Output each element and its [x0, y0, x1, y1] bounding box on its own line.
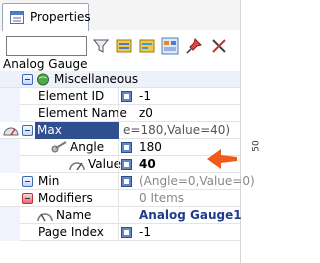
category-miscellaneous[interactable]: Miscellaneous [0, 71, 240, 88]
row-gutter [0, 105, 20, 122]
binding-icon[interactable] [121, 91, 132, 102]
property-row-value[interactable]: Value 40 [0, 156, 240, 173]
property-row-name[interactable]: Name Analog Gauge1 [0, 207, 242, 224]
gauge-small-icon [37, 213, 53, 222]
callout-arrow-icon [207, 149, 237, 169]
property-name: Min [38, 174, 60, 188]
property-value[interactable]: -1 [139, 225, 151, 239]
property-row-element-id[interactable]: Element ID -1 [0, 88, 240, 105]
search-input[interactable] [6, 36, 87, 56]
row-gutter [0, 88, 20, 105]
selected-object-title: Analog Gauge [3, 57, 88, 71]
tab-properties-label: Properties [30, 10, 91, 24]
column-divider [118, 173, 119, 190]
property-grid: Miscellaneous Element ID -1 Element Name… [0, 71, 255, 241]
binding-icon[interactable] [121, 159, 132, 170]
expand-icon[interactable] [22, 176, 33, 187]
property-value[interactable]: 180 [139, 140, 162, 154]
property-value[interactable]: Analog Gauge1 [139, 208, 242, 222]
collapse-icon[interactable] [22, 125, 33, 136]
tab-properties[interactable]: Properties [2, 3, 91, 31]
property-name: Element ID [38, 89, 105, 103]
side-ruler [240, 0, 263, 263]
tools-icon[interactable] [210, 37, 228, 55]
column-divider [118, 139, 119, 156]
category-label: Miscellaneous [54, 72, 139, 86]
property-name: Angle [70, 140, 105, 154]
pin-icon[interactable] [185, 37, 203, 55]
property-name: Modifiers [38, 191, 93, 205]
property-value[interactable]: 0 Items [139, 191, 184, 205]
gauge-value-icon [69, 162, 85, 171]
property-row-element-name[interactable]: Element Name z0 [0, 105, 240, 122]
property-name: Max [37, 123, 62, 137]
property-name: Name [56, 208, 92, 222]
property-row-min[interactable]: Min (Angle=0,Value=0) [0, 173, 255, 190]
expand-icon[interactable] [22, 193, 33, 204]
column-divider [118, 88, 119, 105]
gauge-icon [3, 127, 19, 136]
collapse-icon[interactable] [22, 74, 33, 85]
property-name: Element Name [38, 106, 127, 120]
property-row-page-index[interactable]: Page Index -1 [0, 224, 240, 241]
property-value[interactable]: e=180,Value=40) [123, 123, 230, 137]
categorized-view-icon[interactable] [115, 37, 133, 55]
row-gutter [0, 139, 20, 156]
tab-strip: Properties [0, 0, 240, 31]
row-gutter [0, 207, 20, 224]
binding-icon[interactable] [121, 227, 132, 238]
alphabetical-view-icon[interactable] [138, 37, 156, 55]
property-value[interactable]: 40 [139, 157, 156, 171]
column-divider [118, 156, 119, 173]
column-divider [118, 190, 119, 207]
property-name: Page Index [38, 225, 104, 239]
property-value[interactable]: z0 [139, 106, 153, 120]
column-divider [118, 224, 119, 241]
binding-icon[interactable] [121, 176, 132, 187]
filter-icon[interactable] [92, 37, 110, 55]
property-toolbar [0, 31, 240, 59]
property-pages-icon[interactable] [161, 37, 179, 55]
property-name: Value [88, 157, 121, 171]
side-ruler-label: 50 [251, 140, 262, 152]
binding-icon[interactable] [121, 142, 132, 153]
property-row-angle[interactable]: Angle 180 [0, 139, 240, 156]
property-value[interactable]: (Angle=0,Value=0) [139, 174, 255, 188]
row-gutter [0, 156, 20, 173]
column-divider [118, 105, 119, 122]
row-gutter [0, 224, 20, 241]
properties-icon [10, 11, 24, 24]
globe-icon [37, 73, 49, 86]
property-value[interactable]: -1 [139, 89, 151, 103]
gauge-needle-icon [51, 141, 67, 153]
property-row-modifiers[interactable]: Modifiers 0 Items [0, 190, 240, 207]
property-row-max[interactable]: Max e=180,Value=40) [0, 122, 240, 139]
column-divider [118, 207, 119, 224]
